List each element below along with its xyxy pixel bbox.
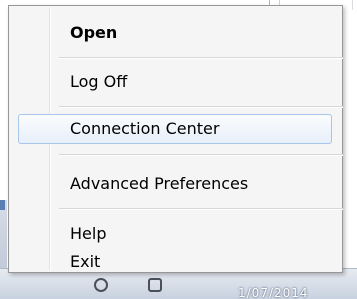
menu-item-label: Log Off <box>70 72 128 91</box>
menu-separator <box>59 57 343 59</box>
background-window-fragment <box>0 200 5 210</box>
menu-item-exit[interactable]: Exit <box>18 253 332 271</box>
background-window-edge <box>352 0 353 10</box>
menu-item-label: Exit <box>70 252 101 271</box>
menu-separator <box>59 154 343 156</box>
menu-item-advanced-preferences[interactable]: Advanced Preferences <box>18 169 332 199</box>
menu-separator <box>59 106 343 108</box>
desktop-background: 1/07/2014 Open Log Off Connection Center… <box>0 0 357 299</box>
menu-item-open[interactable]: Open <box>18 18 332 48</box>
context-menu: Open Log Off Connection Center Advanced … <box>8 5 343 273</box>
menu-item-label: Open <box>70 23 118 42</box>
menu-separator <box>59 208 343 210</box>
menu-item-label: Advanced Preferences <box>70 174 249 193</box>
menu-item-log-off[interactable]: Log Off <box>18 67 332 97</box>
menu-item-help[interactable]: Help <box>18 219 332 249</box>
taskbar-clock[interactable]: 1/07/2014 <box>238 286 309 299</box>
tray-icon[interactable] <box>148 278 162 292</box>
menu-item-connection-center[interactable]: Connection Center <box>18 114 332 144</box>
menu-item-label: Connection Center <box>70 119 220 138</box>
tray-icon[interactable] <box>94 278 108 292</box>
menu-item-label: Help <box>70 224 107 243</box>
